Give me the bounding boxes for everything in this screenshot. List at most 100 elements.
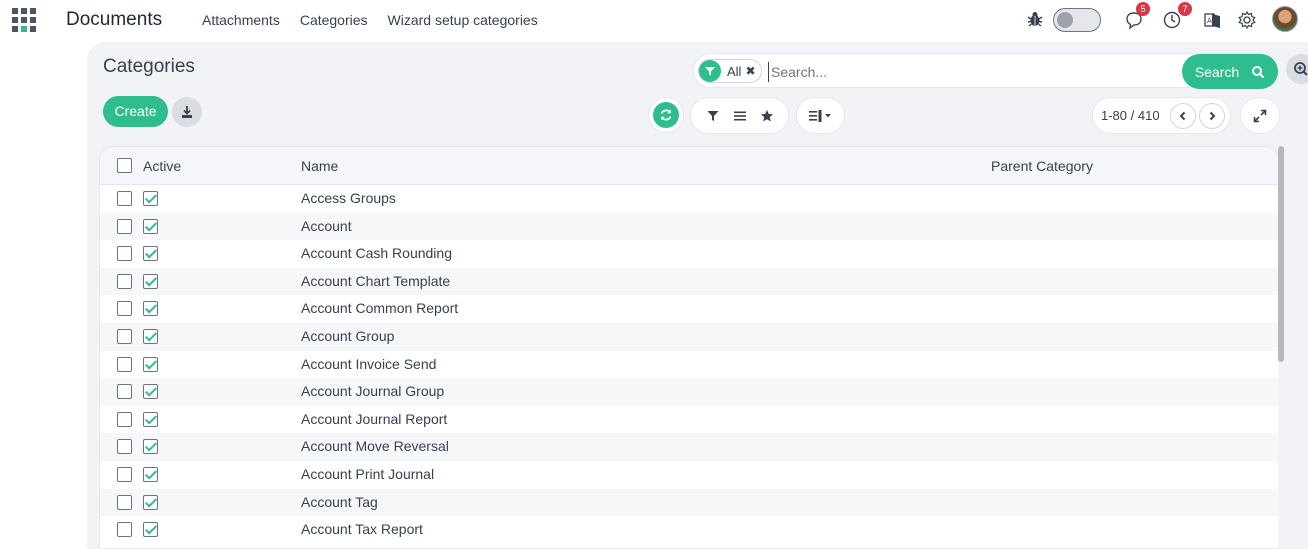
activities-badge: 7 — [1178, 2, 1192, 16]
row-select-checkbox[interactable] — [117, 246, 132, 262]
zoom-search-button[interactable] — [1286, 54, 1308, 84]
language-icon[interactable]: A — [1203, 10, 1223, 30]
row-name: Account Cash Rounding — [301, 245, 452, 262]
favorites-star-icon[interactable] — [760, 109, 774, 123]
messages-badge: 5 — [1136, 2, 1150, 16]
table-row[interactable]: Account Invoice Send — [100, 351, 1278, 379]
list-scrollbar[interactable] — [1278, 146, 1284, 549]
row-select-checkbox[interactable] — [117, 411, 132, 427]
list-view-icon — [808, 109, 831, 122]
chevron-left-icon — [1179, 111, 1186, 121]
active-checkbox — [143, 191, 158, 206]
row-name: Account — [301, 217, 352, 234]
row-name: Account Group — [301, 327, 395, 344]
search-facet[interactable]: All ✖ — [698, 59, 762, 83]
fullscreen-button[interactable] — [1240, 97, 1280, 134]
filter-icon[interactable] — [706, 109, 720, 123]
user-avatar[interactable] — [1272, 6, 1298, 32]
row-select-checkbox[interactable] — [117, 384, 132, 400]
active-checkbox — [143, 439, 158, 455]
search-icon — [1252, 65, 1265, 78]
svg-text:A: A — [1207, 17, 1212, 25]
active-checkbox — [143, 273, 158, 289]
search-button-label: Search — [1194, 63, 1240, 80]
active-checkbox — [143, 218, 158, 234]
column-header-parent-category[interactable]: Parent Category — [991, 158, 1093, 174]
table-row[interactable]: Account Chart Template — [100, 267, 1278, 296]
pager-range[interactable]: 1-80 / 410 — [1101, 108, 1160, 123]
table-row[interactable]: Access Groups — [100, 185, 1278, 213]
list-header: Active Name Parent Category — [100, 147, 1278, 185]
group-by-icon[interactable] — [733, 109, 747, 123]
chevron-right-icon — [1209, 111, 1216, 121]
view-switcher-button[interactable] — [796, 97, 845, 134]
table-row[interactable]: Account Print Journal — [100, 461, 1278, 489]
bug-icon[interactable] — [1026, 10, 1044, 28]
download-button[interactable] — [172, 97, 202, 127]
row-name: Account Print Journal — [301, 465, 435, 482]
row-select-checkbox[interactable] — [117, 273, 132, 289]
remove-facet-icon[interactable]: ✖ — [745, 64, 755, 78]
row-select-checkbox[interactable] — [117, 466, 132, 482]
row-name: Account Tax Report — [301, 521, 423, 538]
active-checkbox — [143, 466, 158, 482]
menu-item-categories[interactable]: Categories — [300, 12, 368, 28]
menu-item-attachments[interactable]: Attachments — [202, 12, 280, 28]
column-header-name[interactable]: Name — [301, 158, 338, 174]
select-all-checkbox[interactable] — [117, 158, 132, 173]
column-header-active[interactable]: Active — [143, 158, 181, 174]
pager-previous-button[interactable] — [1170, 103, 1196, 129]
row-name: Access Groups — [301, 190, 396, 206]
app-title[interactable]: Documents — [66, 9, 162, 31]
refresh-button[interactable] — [648, 97, 684, 133]
menu-item-wizard-setup-categories[interactable]: Wizard setup categories — [388, 12, 538, 28]
active-checkbox — [143, 522, 158, 538]
search-button[interactable]: Search — [1182, 54, 1278, 89]
row-select-checkbox[interactable] — [117, 218, 132, 234]
table-row[interactable]: Account Tax Report — [100, 516, 1278, 544]
search-options-group — [690, 97, 789, 134]
filter-icon — [699, 60, 721, 82]
row-name: Account Journal Group — [301, 383, 445, 400]
row-name: Account Journal Report — [301, 410, 448, 427]
active-checkbox — [143, 411, 158, 427]
list-body: Access Groups Account Account Cash Roundin… — [100, 185, 1278, 544]
row-name: Account Chart Template — [301, 272, 451, 289]
table-row[interactable]: Account — [100, 212, 1278, 241]
row-select-checkbox[interactable] — [117, 522, 132, 538]
create-button[interactable]: Create — [103, 96, 168, 127]
table-row[interactable]: Account Group — [100, 322, 1278, 351]
active-checkbox — [143, 384, 158, 400]
main-menu: Attachments Categories Wizard setup cate… — [202, 12, 538, 28]
table-row[interactable]: Account Tag — [100, 488, 1278, 517]
zoom-in-icon — [1294, 62, 1308, 76]
table-row[interactable]: Account Move Reversal — [100, 433, 1278, 461]
active-checkbox — [143, 494, 158, 510]
download-icon — [182, 106, 192, 118]
row-select-checkbox[interactable] — [117, 191, 132, 206]
search-input[interactable] — [768, 62, 1168, 82]
table-row[interactable]: Account Common Report — [100, 295, 1278, 323]
table-row[interactable]: Account Journal Report — [100, 406, 1278, 434]
debug-toggle[interactable] — [1053, 8, 1101, 32]
table-row[interactable]: Account Journal Group — [100, 378, 1278, 406]
row-select-checkbox[interactable] — [117, 301, 132, 317]
active-checkbox — [143, 301, 158, 317]
categories-list: Active Name Parent Category Access Group… — [99, 146, 1279, 549]
active-checkbox — [143, 246, 158, 262]
facet-label: All — [727, 63, 742, 79]
table-row[interactable]: Account Cash Rounding — [100, 240, 1278, 268]
row-name: Account Invoice Send — [301, 355, 437, 372]
page-title: Categories — [103, 56, 195, 77]
row-name: Account Common Report — [301, 300, 459, 317]
row-select-checkbox[interactable] — [117, 494, 132, 510]
refresh-icon — [660, 109, 672, 121]
main-panel: Categories Create All ✖ Search... Search… — [87, 42, 1308, 549]
row-select-checkbox[interactable] — [117, 328, 132, 344]
pager-next-button[interactable] — [1199, 103, 1225, 129]
row-select-checkbox[interactable] — [117, 439, 132, 455]
gear-icon[interactable] — [1237, 10, 1257, 30]
row-select-checkbox[interactable] — [117, 356, 132, 372]
apps-grid-icon[interactable] — [12, 8, 36, 32]
active-checkbox — [143, 356, 158, 372]
